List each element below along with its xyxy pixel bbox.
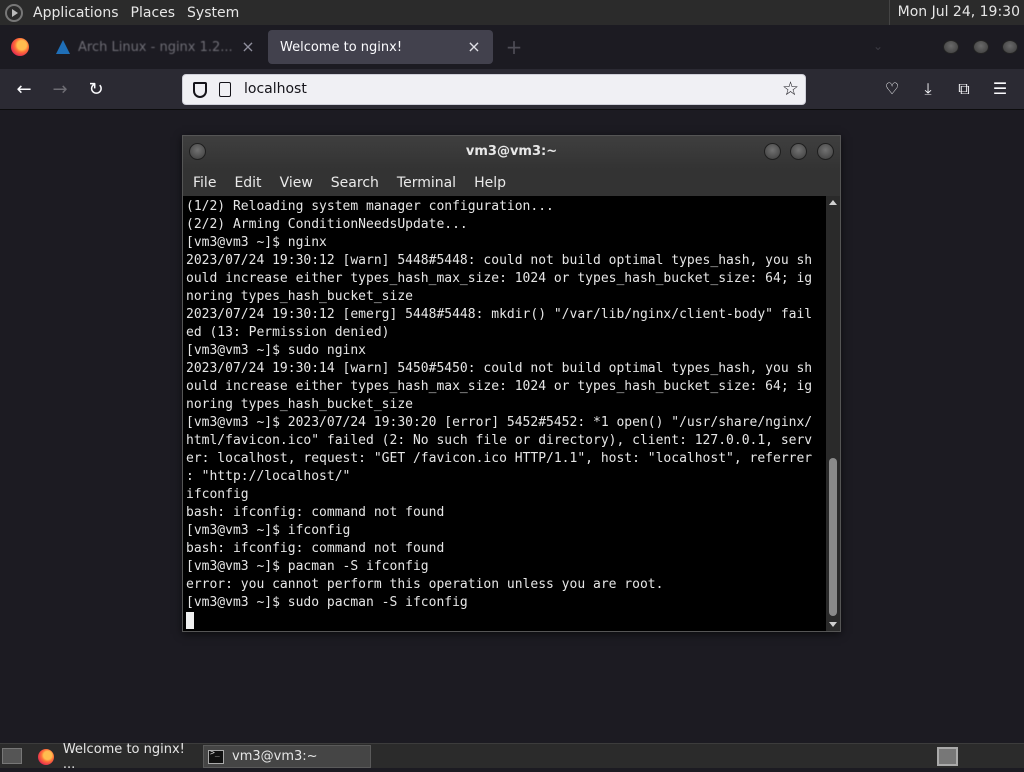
top-panel: Applications Places System Mon Jul 24, 1… [0,0,1024,25]
tab-title: Arch Linux - nginx 1.2... [78,39,233,55]
terminal-line: [vm3@vm3 ~]$ sudo pacman -S ifconfig [186,595,468,610]
tracking-protection-shield-icon[interactable] [193,82,207,98]
terminal-title: vm3@vm3:~ [465,144,558,159]
close-button[interactable] [817,143,834,160]
terminal-line: [vm3@vm3 ~]$ ifconfig [186,523,351,538]
terminal-line: error: you cannot perform this operation… [186,577,664,592]
url-text[interactable]: localhost [244,81,307,97]
terminal-line: [vm3@vm3 ~]$ sudo nginx [186,343,367,358]
downloads-icon[interactable]: ⤓ [917,78,939,100]
back-arrow-icon[interactable]: ← [11,77,37,103]
terminal-line: html/favicon.ico" failed (2: No such fil… [186,433,813,448]
applications-icon[interactable] [5,3,23,22]
extensions-puzzle-icon[interactable]: ⧉ [953,78,975,100]
close-tab-icon[interactable]: × [465,38,483,56]
minimize-window-button[interactable] [943,40,959,54]
page-info-icon[interactable] [219,82,231,97]
close-tab-icon[interactable]: × [239,38,257,56]
browser-nav-bar: ← → ↻ localhost ☆ ♡ ⤓ ⧉ ☰ [0,69,1024,110]
menu-search[interactable]: Search [321,175,387,191]
list-all-tabs-chevron-down-icon[interactable]: ⌄ [870,39,886,55]
new-tab-plus-icon[interactable]: + [505,37,523,57]
terminal-line: [vm3@vm3 ~]$ pacman -S ifconfig [186,559,429,574]
scroll-up-arrow-icon[interactable] [829,200,837,205]
menu-view[interactable]: View [270,175,321,191]
taskbar-item-terminal[interactable]: vm3@vm3:~ [203,745,371,768]
menu-file[interactable]: File [183,175,224,191]
pocket-icon[interactable]: ♡ [881,78,903,100]
taskbar-item-label: vm3@vm3:~ [232,749,318,764]
menu-edit[interactable]: Edit [224,175,269,191]
places-menu[interactable]: Places [125,5,182,21]
terminal-line: bash: ifconfig: command not found [186,505,445,520]
firefox-icon [38,748,54,765]
terminal-line: noring types_hash_bucket_size [186,397,413,412]
terminal-line: 2023/07/24 19:30:12 [warn] 5448#5448: co… [186,253,813,268]
menu-help[interactable]: Help [464,175,514,191]
terminal-icon [208,748,224,764]
terminal-line: 2023/07/24 19:30:12 [emerg] 5448#5448: m… [186,307,813,322]
terminal-line: ed (13: Permission denied) [186,325,390,340]
hamburger-menu-icon[interactable]: ☰ [989,78,1011,100]
terminal-line: bash: ifconfig: command not found [186,541,445,556]
terminal-line: 2023/07/24 19:30:14 [warn] 5450#5450: co… [186,361,813,376]
terminal-line: [vm3@vm3 ~]$ nginx [186,235,327,250]
terminal-menubar: File Edit View Search Terminal Help [183,169,840,196]
forward-arrow-icon[interactable]: → [47,77,73,103]
reload-icon[interactable]: ↻ [83,77,109,103]
show-desktop-icon[interactable] [2,748,22,764]
terminal-line: (1/2) Reloading system manager configura… [186,199,554,214]
taskbar-item-label: Welcome to nginx! ... [62,741,185,772]
taskbar-item-firefox[interactable]: Welcome to nginx! ... [34,742,200,772]
terminal-titlebar[interactable]: vm3@vm3:~ [183,136,840,169]
panel-clock[interactable]: Mon Jul 24, 19:30 [888,0,1020,25]
terminal-line: [vm3@vm3 ~]$ 2023/07/24 19:30:20 [error]… [186,415,813,430]
close-window-button[interactable] [1002,40,1018,54]
terminal-line: ould increase either types_hash_max_size… [186,379,813,394]
scrollbar-thumb[interactable] [829,458,837,616]
system-menu[interactable]: System [181,5,245,21]
terminal-scrollbar[interactable] [826,196,840,631]
scroll-down-arrow-icon[interactable] [829,622,837,627]
panel-menu: Applications Places System [0,0,245,25]
terminal-line: noring types_hash_bucket_size [186,289,413,304]
bookmark-star-icon[interactable]: ☆ [782,78,799,100]
maximize-button[interactable] [790,143,807,160]
tab-welcome-nginx[interactable]: Welcome to nginx! × [268,30,493,64]
applications-menu[interactable]: Applications [27,5,125,21]
terminal-line: : "http://localhost/" [186,469,351,484]
minimize-button[interactable] [764,143,781,160]
terminal-line: er: localhost, request: "GET /favicon.ic… [186,451,813,466]
workspace-switcher[interactable] [937,747,958,766]
arch-linux-favicon-icon [56,40,70,54]
maximize-window-button[interactable] [973,40,989,54]
tab-arch-linux[interactable]: Arch Linux - nginx 1.2... × [45,30,267,64]
tab-title: Welcome to nginx! [280,39,403,55]
terminal-cursor [186,612,194,629]
terminal-output[interactable]: (1/2) Reloading system manager configura… [183,196,826,631]
firefox-view-icon[interactable] [11,38,29,56]
terminal-line: ifconfig [186,487,249,502]
terminal-line: ould increase either types_hash_max_size… [186,271,813,286]
browser-tab-strip: Arch Linux - nginx 1.2... × Welcome to n… [0,25,1024,69]
terminal-window[interactable]: vm3@vm3:~ File Edit View Search Terminal… [182,135,841,632]
bottom-taskbar: Welcome to nginx! ... vm3@vm3:~ [0,742,1024,772]
url-bar[interactable]: localhost ☆ [182,74,806,105]
terminal-prompt-line[interactable] [186,612,826,630]
menu-terminal[interactable]: Terminal [387,175,464,191]
terminal-line: (2/2) Arming ConditionNeedsUpdate... [186,217,468,232]
